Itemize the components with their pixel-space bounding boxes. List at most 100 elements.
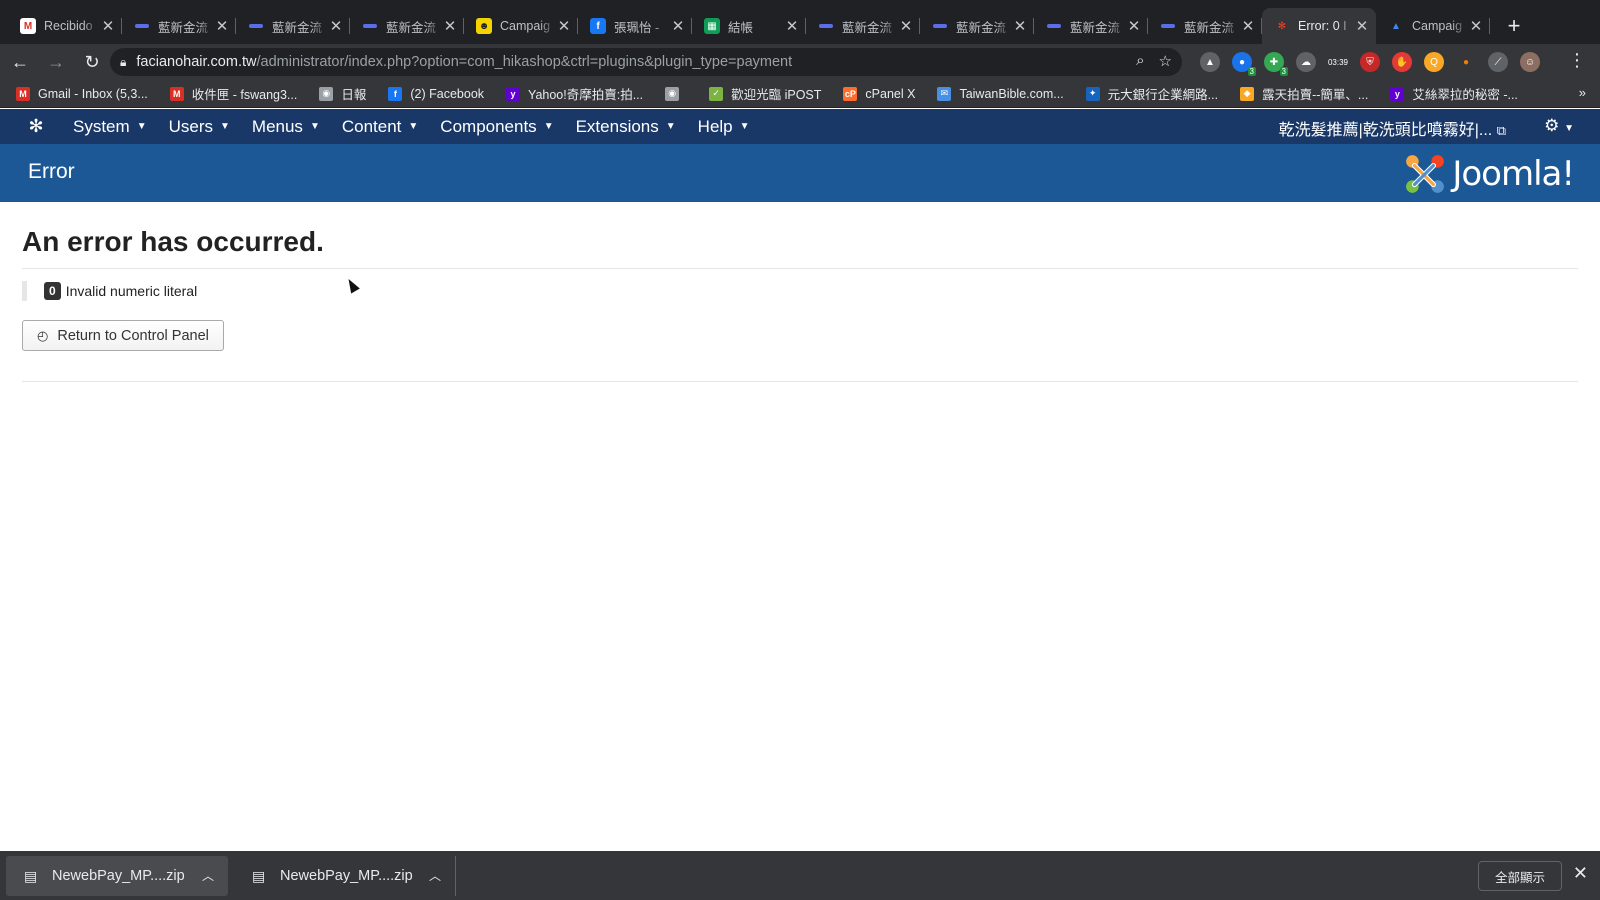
bookmark-item[interactable]: M Gmail - Inbox (5,3...	[16, 86, 148, 101]
return-to-control-panel-button[interactable]: ◴ Return to Control Panel	[22, 320, 224, 351]
site-link[interactable]: 乾洗髮推薦|乾洗頭比噴霧好|... ⧉	[1279, 116, 1506, 140]
address-bar[interactable]: 🔒︎ facianohair.com.tw/administrator/inde…	[110, 48, 1182, 76]
browser-toolbar: ← → ↻ 🔒︎ facianohair.com.tw/administrato…	[0, 44, 1600, 80]
browser-tab[interactable]: 藍新金流 ✕	[1034, 8, 1148, 44]
browser-tab[interactable]: 藍新金流 ✕	[236, 8, 350, 44]
tab-close-icon[interactable]: ✕	[1468, 17, 1484, 35]
profile-avatar[interactable]: ☺	[1520, 52, 1540, 72]
browser-menu-icon[interactable]: ⋮	[1568, 50, 1586, 71]
more-bookmarks-icon[interactable]: »	[1579, 85, 1586, 100]
bookmark-item[interactable]: ◉	[665, 86, 687, 101]
bookmark-star-icon[interactable]: ☆	[1159, 52, 1172, 70]
yahoo-icon: y	[1390, 86, 1405, 101]
bookmark-item[interactable]: ◉ 日報	[319, 84, 366, 103]
tab-close-icon[interactable]: ✕	[1354, 17, 1370, 35]
caret-down-icon: ▼	[309, 121, 320, 132]
drive-extension-icon[interactable]: ▲	[1200, 52, 1220, 72]
tab-label: 藍新金流	[158, 20, 209, 35]
tab-label: 張珮怡 -	[614, 20, 660, 35]
extension-icon[interactable]: ●	[1456, 52, 1476, 72]
chevron-up-icon[interactable]: ︿	[202, 867, 214, 884]
bookmark-item[interactable]: ✉ TaiwanBible.com...	[937, 86, 1064, 101]
tab-close-icon[interactable]: ✕	[784, 17, 800, 35]
admin-menu-users[interactable]: Users ▼	[158, 117, 241, 137]
browser-tab[interactable]: 藍新金流 ✕	[920, 8, 1034, 44]
search-extension-icon[interactable]: Q	[1424, 52, 1444, 72]
file-icon: ▤	[24, 867, 38, 884]
bookmark-item[interactable]: M 收件匣 - fswang3...	[169, 84, 297, 103]
browser-tab[interactable]: ☻ Campaig ✕	[464, 8, 578, 44]
back-arrow-icon[interactable]: ←	[4, 46, 36, 78]
extension-icon[interactable]: ✚ 3	[1264, 52, 1288, 76]
bookmark-item[interactable]: cP cPanel X	[843, 86, 915, 101]
tab-close-icon[interactable]: ✕	[442, 17, 458, 35]
bookmark-item[interactable]: y 艾絲翠拉的秘密 -...	[1390, 84, 1518, 103]
browser-tab[interactable]: 藍新金流 ✕	[806, 8, 920, 44]
cloud-extension-icon[interactable]: ☁	[1296, 52, 1316, 72]
joomla-favicon-icon: ✻	[1277, 20, 1287, 32]
admin-menu-help[interactable]: Help ▼	[687, 117, 761, 137]
reload-icon[interactable]: ↻	[76, 46, 108, 78]
browser-tab[interactable]: f 張珮怡 - ✕	[578, 8, 692, 44]
browser-tab[interactable]: 藍新金流 ✕	[122, 8, 236, 44]
yahoo-icon: y	[506, 86, 521, 101]
admin-menu-system[interactable]: System ▼	[62, 117, 158, 137]
extension-icon[interactable]: ⟋	[1488, 52, 1508, 72]
download-filename: NewebPay_MP....zip	[280, 867, 413, 884]
settings-gear-icon[interactable]: ⚙ ▼	[1544, 116, 1574, 136]
browser-tab[interactable]: ▦ 結帳 ✕	[692, 8, 806, 44]
external-link-icon: ⧉	[1496, 123, 1506, 138]
timer-extension-icon[interactable]: 03:39	[1328, 52, 1348, 72]
download-item[interactable]: ▤ NewebPay_MP....zip ︿	[234, 855, 456, 896]
admin-menu-extensions[interactable]: Extensions ▼	[565, 117, 687, 137]
chevron-up-icon[interactable]: ︿	[429, 867, 441, 884]
bookmark-item[interactable]: ✓ 歡迎光臨 iPOST	[709, 84, 821, 103]
download-item[interactable]: ▤ NewebPay_MP....zip ︿	[6, 855, 228, 896]
shield-extension-icon[interactable]: ⛨	[1360, 52, 1380, 72]
tab-label: 結帳	[728, 20, 754, 35]
bookmark-label: Gmail - Inbox (5,3...	[38, 86, 148, 101]
browser-tab[interactable]: ▲ Campaig ✕	[1376, 8, 1490, 44]
browser-tab[interactable]: 藍新金流 ✕	[1148, 8, 1262, 44]
bookmark-item[interactable]: f (2) Facebook	[388, 86, 484, 101]
bookmarks-bar: M Gmail - Inbox (5,3... M 收件匣 - fswang3.…	[0, 80, 1600, 108]
show-all-downloads-button[interactable]: 全部顯示	[1477, 861, 1562, 891]
tab-close-icon[interactable]: ✕	[898, 17, 914, 35]
joomla-wordmark: Joomla!	[1452, 154, 1575, 194]
tab-label: 藍新金流	[386, 20, 437, 35]
admin-menu-components[interactable]: Components ▼	[429, 117, 564, 137]
downloads-shelf: ▤ NewebPay_MP....zip ︿ ▤ NewebPay_MP....…	[0, 851, 1600, 900]
joomla-logo-icon[interactable]: ✻	[18, 109, 54, 144]
extension-icon[interactable]: ● 3	[1232, 52, 1256, 76]
line-favicon-icon	[818, 18, 834, 34]
forward-arrow-icon[interactable]: →	[40, 46, 72, 78]
extensions-area: ▲ ● 3 ✚ 3 ☁ 03:39 ⛨ ✋ Q ● ⟋ ☺	[1200, 52, 1540, 76]
bookmark-item[interactable]: y Yahoo!奇摩拍賣:拍...	[506, 84, 643, 103]
tab-close-icon[interactable]: ✕	[1126, 17, 1142, 35]
browser-tab[interactable]: ✻ Error: 0 I ✕	[1262, 8, 1376, 44]
tab-label: Error: 0 I	[1298, 19, 1347, 33]
zoom-icon[interactable]: ⌕	[1136, 52, 1144, 70]
tab-close-icon[interactable]: ✕	[556, 17, 572, 35]
tab-close-icon[interactable]: ✕	[214, 17, 230, 35]
error-message-row: 0 Invalid numeric literal	[22, 281, 1578, 301]
tab-close-icon[interactable]: ✕	[328, 17, 344, 35]
admin-menu-menus[interactable]: Menus ▼	[241, 117, 331, 137]
lock-icon[interactable]: 🔒︎	[120, 55, 126, 70]
tab-close-icon[interactable]: ✕	[100, 17, 116, 35]
browser-tab[interactable]: M Recibido ✕	[8, 8, 122, 44]
globe-icon: ◉	[319, 86, 334, 101]
stop-extension-icon[interactable]: ✋	[1392, 52, 1412, 72]
close-icon[interactable]: ✕	[1573, 863, 1588, 884]
tab-close-icon[interactable]: ✕	[1240, 17, 1256, 35]
joomla-brand: Joomla!	[1404, 153, 1575, 195]
caret-down-icon: ▼	[543, 121, 554, 132]
bookmark-item[interactable]: ✦ 元大銀行企業網路...	[1085, 84, 1218, 103]
admin-menu-label: Users	[168, 116, 213, 136]
tab-close-icon[interactable]: ✕	[1012, 17, 1028, 35]
tab-close-icon[interactable]: ✕	[670, 17, 686, 35]
new-tab-icon[interactable]: +	[1496, 8, 1532, 44]
admin-menu-content[interactable]: Content ▼	[331, 117, 429, 137]
bookmark-item[interactable]: ◆ 露天拍賣--簡單、...	[1240, 84, 1368, 103]
browser-tab[interactable]: 藍新金流 ✕	[350, 8, 464, 44]
